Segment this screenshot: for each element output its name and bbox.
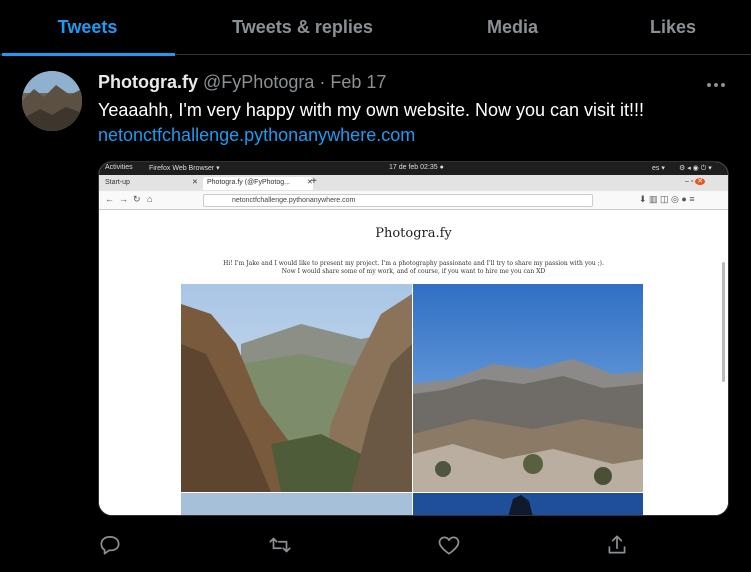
meta-separator: · (314, 72, 331, 92)
tab-tweets[interactable]: Tweets (0, 0, 175, 56)
author-name[interactable]: Photogra.fy (98, 72, 198, 92)
home-icon: ⌂ (147, 194, 153, 204)
site-intro-line1: Hi! I'm Jake and I would like to present… (223, 260, 604, 267)
photo-canyon (181, 284, 412, 492)
window-controls-icon: – ▫ ✕ (685, 178, 706, 185)
avatar-image (22, 71, 82, 131)
photo-bottom-left (181, 493, 412, 515)
activities-label: Activities (105, 164, 133, 171)
reload-icon: ↻ (133, 194, 141, 204)
tweet-actions (0, 530, 751, 560)
like-icon[interactable] (436, 532, 462, 558)
back-icon: ← (105, 194, 114, 204)
browser-tab-startup: Start-up (105, 179, 130, 186)
scrollbar (722, 262, 725, 382)
clock-label: 17 de feb 02:35 ● (389, 164, 444, 171)
system-tray-icon: ⚙ ◂ ◉ ⏻ ▾ (679, 165, 712, 172)
close-icon: ✕ (192, 179, 198, 186)
toolbar-icons: ⬇ ▥ ◫ ◎ ● ≡ (639, 194, 695, 204)
website-page: Photogra.fy Hi! I'm Jake and I would lik… (99, 210, 728, 515)
profile-tabs: Tweets Tweets & replies Media Likes (0, 0, 751, 56)
tab-likes[interactable]: Likes (595, 0, 751, 55)
tweet-header: Photogra.fy @FyPhotogra · Feb 17 (98, 72, 386, 93)
tab-media[interactable]: Media (430, 0, 595, 55)
desktop-topbar: Activities Firefox Web Browser ▾ 17 de f… (99, 162, 728, 175)
site-intro: Hi! I'm Jake and I would like to present… (99, 260, 728, 276)
lang-label: es ▾ (652, 165, 665, 172)
author-handle[interactable]: @FyPhotogra (203, 72, 314, 92)
more-horizontal-icon[interactable] (706, 74, 726, 95)
new-tab-icon: + (311, 176, 317, 187)
url-field: netonctfchallenge.pythonanywhere.com (203, 194, 593, 207)
photo-bottom-right (413, 493, 643, 515)
photo-summit (413, 284, 643, 492)
browser-tabstrip: Start-up ✕ Photogra.fy (@FyPhotog... ✕ +… (99, 175, 728, 191)
tweet-link[interactable]: netonctfchallenge.pythonanywhere.com (98, 125, 415, 146)
browser-tab-site: Photogra.fy (@FyPhotog... (203, 177, 313, 190)
url-text: netonctfchallenge.pythonanywhere.com (232, 197, 356, 204)
retweet-icon[interactable] (267, 532, 293, 558)
reply-icon[interactable] (97, 532, 123, 558)
tweet-date[interactable]: Feb 17 (330, 72, 386, 92)
tab-tweets-replies[interactable]: Tweets & replies (175, 0, 430, 55)
share-icon[interactable] (604, 532, 630, 558)
site-intro-line2: Now I would share some of my work, and o… (281, 268, 546, 275)
browser-urlbar: ← → ↻ ⌂ netonctfchallenge.pythonanywhere… (99, 191, 728, 210)
tweet-media-image[interactable]: Activities Firefox Web Browser ▾ 17 de f… (98, 161, 729, 516)
tweet-text: Yeaaahh, I'm very happy with my own webs… (98, 100, 645, 120)
avatar[interactable] (22, 71, 82, 131)
forward-icon: → (119, 194, 128, 204)
app-menu-label: Firefox Web Browser ▾ (149, 165, 220, 172)
site-title: Photogra.fy (375, 226, 452, 241)
